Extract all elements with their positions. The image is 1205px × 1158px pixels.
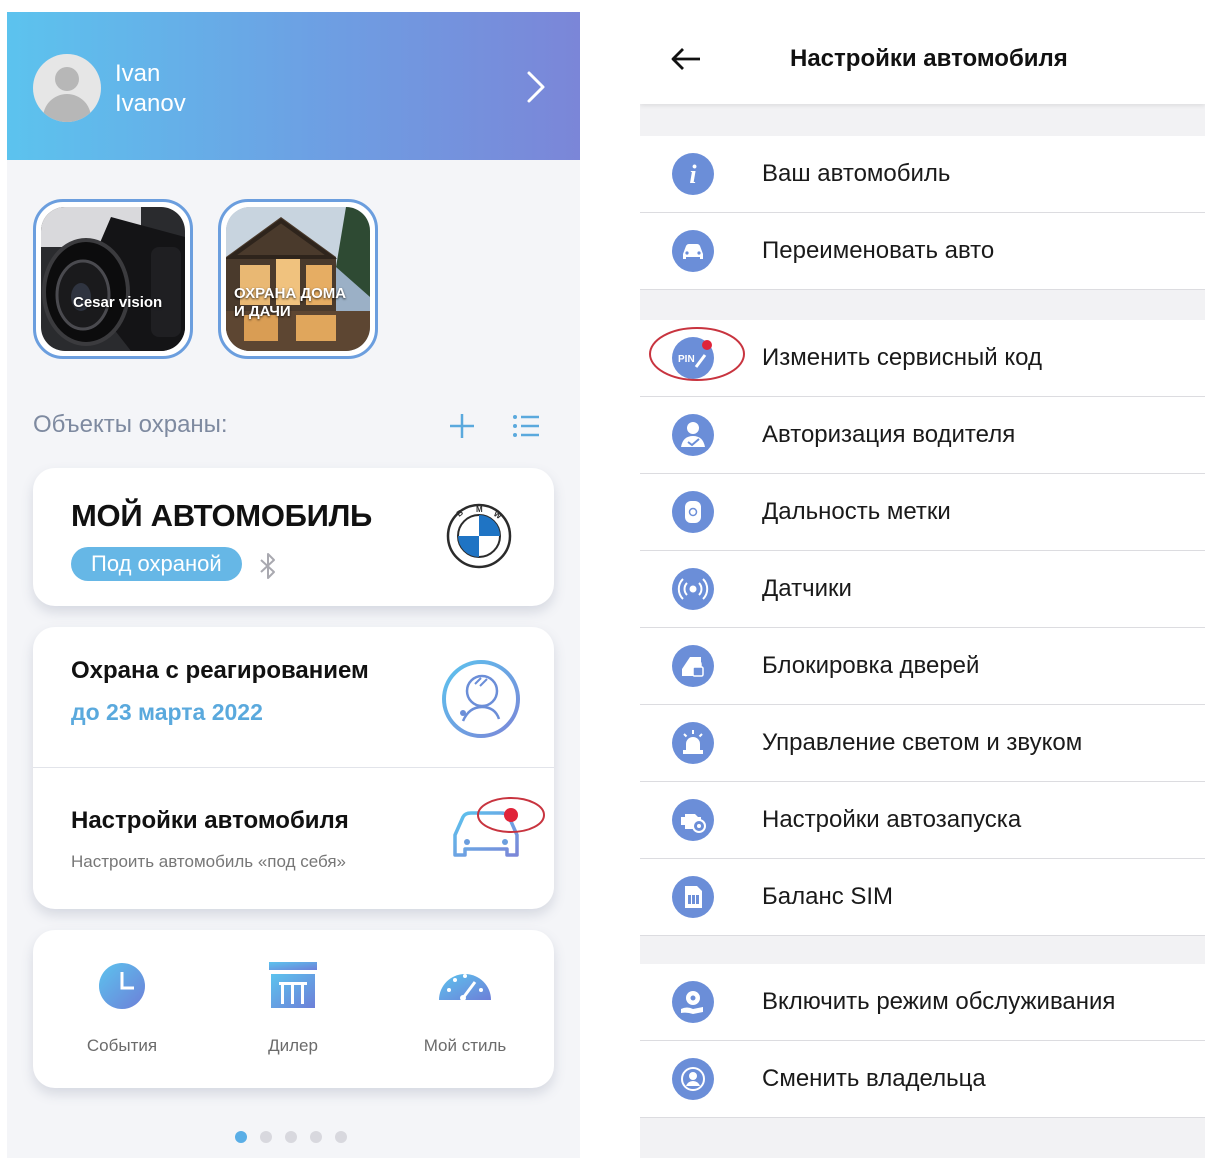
- back-arrow-icon[interactable]: [670, 46, 702, 72]
- page-dot[interactable]: [335, 1131, 347, 1143]
- service-mode-icon: [672, 981, 714, 1023]
- nav-label: Дилер: [268, 1036, 318, 1055]
- menu-item-label: Ваш автомобиль: [762, 160, 951, 187]
- bluetooth-icon: [260, 553, 275, 579]
- chevron-right-icon[interactable]: [523, 67, 549, 107]
- nav-label: Мой стиль: [423, 1036, 507, 1055]
- menu-item-label: Управление светом и звуком: [762, 729, 1083, 756]
- info-icon: i: [672, 153, 714, 195]
- car-icon: [672, 230, 714, 272]
- svg-text:M: M: [476, 505, 483, 514]
- clock-icon: [99, 963, 145, 1009]
- menu-item-label: Изменить сервисный код: [762, 344, 1042, 371]
- page-dot[interactable]: [285, 1131, 297, 1143]
- menu-item-label: Баланс SIM: [762, 883, 894, 910]
- sensor-icon: [672, 568, 714, 610]
- story-cesar-vision[interactable]: Cesar vision: [33, 199, 193, 359]
- menu-item-label: Авторизация водителя: [762, 421, 1016, 448]
- house-image: ОХРАНА ДОМА И ДАЧИ: [226, 207, 370, 351]
- my-car-card[interactable]: МОЙ АВТОМОБИЛЬ Под охраной B M W: [33, 468, 554, 606]
- security-title: Охрана с реагированием: [71, 657, 369, 684]
- menu-item-light-sound[interactable]: Управление светом и звуком: [640, 705, 1205, 782]
- nav-events[interactable]: События: [52, 960, 192, 1056]
- user-last-name: Ivanov: [115, 90, 186, 117]
- sim-card-icon: [672, 876, 714, 918]
- menu-item-tag-range[interactable]: Дальность метки: [640, 474, 1205, 551]
- menu-item-label: Настройки автозапуска: [762, 806, 1022, 833]
- menu-item-label: Переименовать авто: [762, 237, 995, 264]
- story-label: Cesar vision: [73, 294, 163, 311]
- menu-item-label: Датчики: [762, 575, 852, 602]
- profile-header[interactable]: Ivan Ivanov: [7, 12, 580, 160]
- list-icon[interactable]: [511, 412, 541, 440]
- menu-item-autostart[interactable]: Настройки автозапуска: [640, 782, 1205, 859]
- app-bar: Настройки автомобиля: [640, 12, 1205, 104]
- nav-label: События: [86, 1036, 158, 1055]
- car-title: МОЙ АВТОМОБИЛЬ: [71, 498, 373, 533]
- camera-image: Cesar vision: [41, 207, 185, 351]
- nav-dealer[interactable]: Дилер: [223, 960, 363, 1056]
- speedometer-icon: [439, 974, 491, 1001]
- screen-title: Настройки автомобиля: [790, 45, 1068, 72]
- avatar: [33, 54, 101, 122]
- plus-icon[interactable]: [447, 411, 477, 441]
- quick-nav-card: События Дилер Мой стиль: [33, 930, 554, 1088]
- svg-text:i: i: [689, 160, 697, 189]
- page-dot[interactable]: [235, 1131, 247, 1143]
- driver-check-icon: [672, 414, 714, 456]
- car-settings-icon: [453, 797, 545, 857]
- user-first-name: Ivan: [115, 60, 161, 87]
- service-card: Охрана с реагированием до 23 марта 2022 …: [33, 627, 554, 909]
- menu-item-service-mode[interactable]: Включить режим обслуживания: [640, 964, 1205, 1041]
- nav-my-style[interactable]: Мой стиль: [395, 960, 535, 1056]
- bmw-logo-icon: B M W: [446, 503, 512, 569]
- car-settings-subtitle: Настроить автомобиль «под себя»: [71, 852, 346, 871]
- menu-item-your-car[interactable]: i Ваш автомобиль: [640, 136, 1205, 213]
- menu-item-label: Дальность метки: [762, 498, 951, 525]
- dealer-icon: [269, 962, 317, 1008]
- page-indicator: [235, 1130, 360, 1148]
- siren-icon: [672, 722, 714, 764]
- page-dot[interactable]: [310, 1131, 322, 1143]
- menu-item-sim-balance[interactable]: Баланс SIM: [640, 859, 1205, 936]
- security-response-item[interactable]: Охрана с реагированием до 23 марта 2022: [33, 627, 554, 767]
- notification-dot: [504, 808, 518, 822]
- menu-item-label: Блокировка дверей: [762, 652, 980, 679]
- story-home-security[interactable]: ОХРАНА ДОМА И ДАЧИ: [218, 199, 378, 359]
- objects-title: Объекты охраны:: [33, 411, 228, 438]
- page-dot[interactable]: [260, 1131, 272, 1143]
- highlight-circle: [649, 327, 745, 381]
- door-lock-icon: [672, 645, 714, 687]
- home-screen: Ivan Ivanov Cesar vision ОХРАНА ДОМА И Д…: [7, 12, 580, 1158]
- engine-gear-icon: [672, 799, 714, 841]
- menu-item-door-lock[interactable]: Блокировка дверей: [640, 628, 1205, 705]
- car-settings-title: Настройки автомобиля: [71, 807, 349, 834]
- menu-item-change-owner[interactable]: Сменить владельца: [640, 1041, 1205, 1118]
- menu-item-label: Включить режим обслуживания: [762, 988, 1116, 1015]
- security-date: до 23 марта 2022: [71, 699, 263, 725]
- menu-item-rename-car[interactable]: Переименовать авто: [640, 213, 1205, 290]
- operator-headset-icon: [442, 660, 520, 738]
- menu-item-label: Сменить владельца: [762, 1065, 986, 1092]
- settings-group: Включить режим обслуживания Сменить влад…: [640, 964, 1205, 1118]
- status-badge: Под охраной: [71, 547, 242, 581]
- owner-icon: [672, 1058, 714, 1100]
- menu-item-driver-auth[interactable]: Авторизация водителя: [640, 397, 1205, 474]
- car-settings-screen: Настройки автомобиля i Ваш автомобиль Пе…: [640, 12, 1205, 1158]
- menu-item-change-service-code[interactable]: PIN Изменить сервисный код: [640, 320, 1205, 397]
- menu-item-sensors[interactable]: Датчики: [640, 551, 1205, 628]
- settings-group: PIN Изменить сервисный код Авторизация в…: [640, 320, 1205, 936]
- story-label: ОХРАНА ДОМА И ДАЧИ: [234, 285, 347, 320]
- tag-icon: [672, 491, 714, 533]
- settings-group: i Ваш автомобиль Переименовать авто: [640, 136, 1205, 290]
